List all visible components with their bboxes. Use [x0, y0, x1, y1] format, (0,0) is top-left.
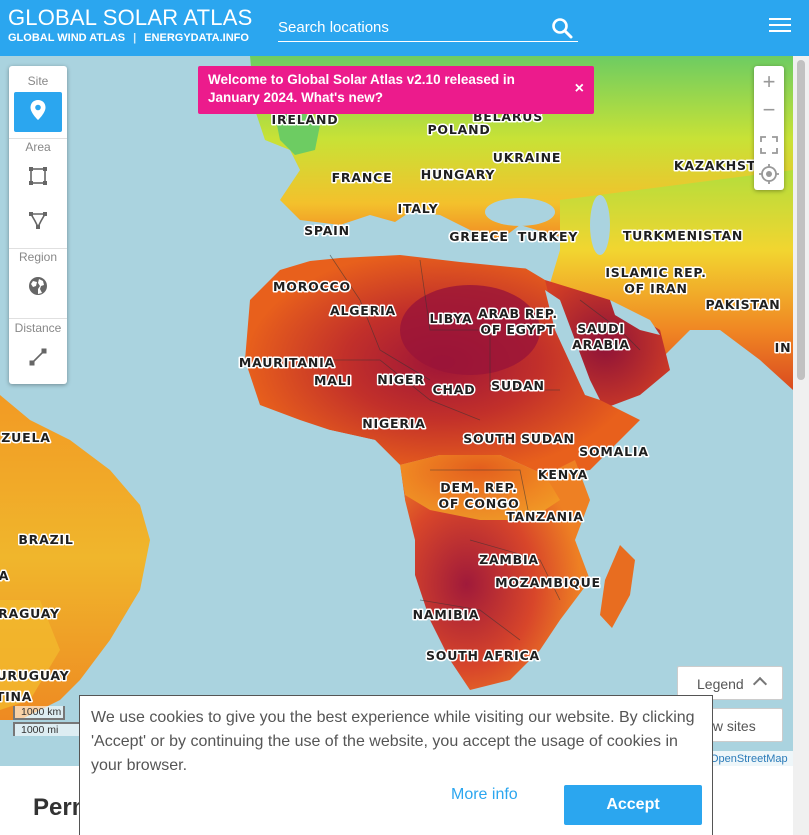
map-label: TINA — [0, 689, 32, 704]
map-label: LIBYA — [430, 311, 473, 326]
toolbox-divider — [9, 318, 67, 319]
globe-icon — [28, 276, 48, 301]
map-attribution: OpenStreetMap — [700, 751, 793, 767]
top-bar: GLOBAL SOLAR ATLAS GLOBAL WIND ATLAS | E… — [0, 0, 809, 56]
distance-tool-button[interactable] — [14, 339, 62, 379]
map-label: OF IRAN — [624, 281, 688, 296]
search-input[interactable] — [278, 14, 548, 40]
map-label: ARAB REP. — [478, 306, 558, 321]
rectangle-select-button[interactable] — [14, 158, 62, 198]
map-label: NIGERIA — [362, 416, 425, 431]
map-label: PAKISTAN — [705, 297, 780, 312]
scrollbar-thumb[interactable] — [797, 60, 805, 380]
distance-section-label: Distance — [14, 321, 62, 335]
toolbox-divider — [9, 248, 67, 249]
search-box — [278, 14, 578, 42]
map-label: IN — [775, 340, 792, 355]
map-label: ALGERIA — [330, 303, 396, 318]
site-section-label: Site — [27, 74, 49, 88]
map-label: UKRAINE — [493, 150, 561, 165]
more-info-link[interactable]: More info — [451, 786, 518, 804]
locate-icon[interactable] — [754, 159, 784, 189]
map-label: CHAD — [433, 382, 476, 397]
map-label: MALI — [314, 373, 352, 388]
map-label: ZAMBIA — [479, 552, 539, 567]
map-label: HUNGARY — [421, 167, 496, 182]
page-scrollbar[interactable] — [793, 56, 809, 835]
map-label: TANZANIA — [506, 509, 584, 524]
search-icon[interactable] — [550, 16, 574, 40]
map-label: OF EGYPT — [480, 322, 555, 337]
map-label: IRELAND — [272, 112, 339, 127]
zoom-in-button[interactable]: + — [754, 67, 784, 97]
map-label: SPAIN — [304, 223, 350, 238]
map-label: MOROCCO — [273, 279, 351, 294]
map-label: KENYA — [538, 467, 588, 482]
map-label: SUDAN — [491, 378, 545, 393]
map-label: TURKMENISTAN — [623, 228, 743, 243]
map-label: URUGUAY — [0, 668, 70, 683]
close-icon[interactable]: × — [575, 80, 584, 98]
marker-icon — [29, 99, 47, 126]
cookie-consent-dialog: We use cookies to give you the best expe… — [79, 695, 713, 835]
toolbox-divider — [9, 138, 67, 139]
map-label: ARABIA — [572, 337, 630, 352]
energydata-link[interactable]: ENERGYDATA.INFO — [144, 32, 249, 44]
map-label: A — [0, 568, 9, 583]
accept-button[interactable]: Accept — [564, 785, 702, 825]
hamburger-menu-icon[interactable] — [769, 18, 791, 36]
rectangle-select-icon — [28, 166, 48, 191]
map-label: SOUTH SUDAN — [463, 431, 575, 446]
scale-mi: 1000 mi — [13, 722, 81, 736]
map-label: SOMALIA — [579, 444, 649, 459]
region-tool-button[interactable] — [14, 268, 62, 308]
map-label: NIGER — [377, 372, 425, 387]
map-label: POLAND — [427, 122, 490, 137]
scale-km: 1000 km — [13, 706, 65, 720]
map-label: KAZAKHST — [674, 158, 756, 173]
map-zoom-controls: + − — [754, 66, 784, 190]
link-separator: | — [133, 32, 137, 44]
polygon-select-icon — [28, 210, 48, 235]
release-notice-text[interactable]: Welcome to Global Solar Atlas v2.10 rele… — [208, 72, 515, 105]
release-notice-banner[interactable]: Welcome to Global Solar Atlas v2.10 rele… — [198, 66, 594, 114]
polygon-select-button[interactable] — [14, 202, 62, 242]
site-tool-button[interactable] — [14, 92, 62, 132]
map-label: BRAZIL — [18, 532, 73, 547]
map-label: FRANCE — [332, 170, 393, 185]
map-label: SAUDI — [577, 321, 624, 336]
map-label: MOZAMBIQUE — [495, 575, 601, 590]
fullscreen-icon[interactable] — [754, 130, 784, 160]
cookie-text: We use cookies to give you the best expe… — [91, 709, 695, 774]
brand: GLOBAL SOLAR ATLAS GLOBAL WIND ATLAS | E… — [8, 6, 252, 45]
map-label: TURKEY — [518, 229, 579, 244]
zoom-out-button[interactable]: − — [754, 95, 784, 125]
map-label: MAURITANIA — [239, 355, 335, 370]
openstreetmap-link[interactable]: OpenStreetMap — [710, 753, 788, 765]
map-label: NAMIBIA — [413, 607, 480, 622]
analysis-toolbox: Site Area Region Distance — [9, 66, 67, 384]
map-canvas[interactable]: IRELAND BELARUS POLAND UKRAINE KAZAKHST … — [0, 56, 793, 766]
map-label: ITALY — [398, 201, 439, 216]
legend-label: Legend — [697, 676, 744, 692]
map-label: RAGUAY — [0, 606, 60, 621]
map-label: ZUELA — [1, 430, 50, 445]
area-section-label: Area — [25, 140, 51, 154]
map-label: SOUTH AFRICA — [426, 648, 540, 663]
map-label: DEM. REP. — [440, 480, 517, 495]
app-title[interactable]: GLOBAL SOLAR ATLAS — [8, 6, 252, 30]
region-section-label: Region — [18, 250, 58, 264]
solar-irradiation-map: IRELAND BELARUS POLAND UKRAINE KAZAKHST … — [0, 56, 793, 766]
chevron-up-icon — [752, 676, 768, 692]
global-wind-atlas-link[interactable]: GLOBAL WIND ATLAS — [8, 32, 125, 44]
ruler-icon — [28, 347, 48, 372]
map-label: ISLAMIC REP. — [605, 265, 706, 280]
map-label: GREECE — [449, 229, 508, 244]
